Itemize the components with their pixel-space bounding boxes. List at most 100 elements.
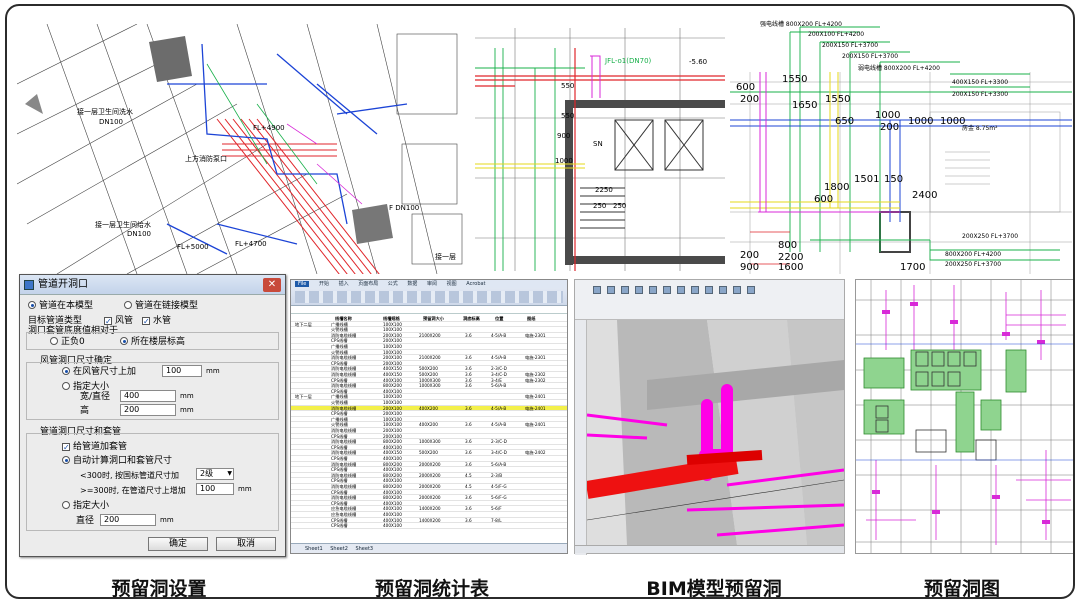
unit-label: mm: [180, 392, 194, 400]
radio-label: 正负0: [61, 337, 85, 347]
radio-icon: [62, 501, 70, 509]
tool-icon[interactable]: [593, 286, 601, 294]
radio-floor[interactable]: 所在楼层标高: [120, 337, 185, 348]
table-row[interactable]: CPS线槽 400X100: [291, 523, 567, 529]
tool-icon[interactable]: [607, 286, 615, 294]
radio-icon: [62, 367, 70, 375]
tool-icon[interactable]: [733, 286, 741, 294]
radio-zero[interactable]: 正负0: [50, 337, 85, 348]
height-input[interactable]: 200: [120, 404, 176, 416]
radio-icon: [120, 337, 128, 345]
ribbon-tab[interactable]: File: [295, 281, 310, 287]
diameter-input[interactable]: 200: [100, 514, 156, 526]
cad-left-label: DN100: [99, 118, 123, 126]
cad-plan-middle: JFL-o1(DN70) -5.60 550 550 900 1000 SN 2…: [475, 28, 725, 271]
tool-icon[interactable]: [649, 286, 657, 294]
radio-specify-pipe[interactable]: 指定大小: [62, 501, 109, 512]
grade-select[interactable]: 2级: [196, 468, 234, 480]
cad-left-label: 上方消防泵口: [185, 154, 227, 163]
unit-label: mm: [160, 516, 174, 524]
tool-icon[interactable]: [747, 286, 755, 294]
app-icon: [24, 280, 34, 290]
cad-dim: 200: [740, 94, 759, 105]
cad-left-label: FL+4700: [235, 240, 267, 248]
bim-3d-view[interactable]: [587, 320, 844, 545]
ribbon-tab[interactable]: 插入: [339, 281, 349, 287]
ribbon-toolbar: [295, 291, 563, 303]
radio-label: 管道在链接模型: [135, 301, 199, 311]
cad-mid-label: 550: [561, 112, 574, 120]
hole-drawing: [855, 279, 1073, 554]
checkbox-label: 水管: [153, 316, 172, 326]
checkbox-pipe[interactable]: ✓ 水管: [142, 316, 171, 327]
rule-large-pipe: >=300时, 在管道尺寸上增加: [80, 486, 186, 495]
sheet-tab[interactable]: Sheet2: [330, 546, 348, 552]
diameter-label: 直径: [76, 516, 95, 526]
tool-icon[interactable]: [635, 286, 643, 294]
bim-toolbar: [575, 280, 844, 320]
radio-icon: [62, 456, 70, 464]
spreadsheet-window: File 开始 插入 页面布局 公式 数据 审阅 视图 Acrobat 线槽名称…: [290, 279, 568, 554]
caption-bim-model: BIM模型预留洞: [646, 578, 782, 599]
cad-right-label: 弱电线槽 800X200 FL+4200: [858, 64, 940, 72]
cad-dim: 1800: [824, 182, 849, 193]
table-cell: 400X100: [383, 523, 402, 529]
tool-icon[interactable]: [663, 286, 671, 294]
sheet-tab[interactable]: Sheet1: [305, 546, 323, 552]
increase-input[interactable]: 100: [196, 483, 234, 495]
formula-bar[interactable]: [291, 306, 567, 314]
cad-dim: 200: [880, 122, 899, 133]
cad-dim: 200: [740, 250, 759, 261]
ribbon-tab[interactable]: 数据: [407, 281, 417, 287]
unit-label: mm: [180, 406, 194, 414]
cad-dim: 1550: [825, 94, 850, 105]
ribbon-tab[interactable]: 页面布局: [358, 281, 378, 287]
tool-icon[interactable]: [719, 286, 727, 294]
cad-dim: 900: [740, 262, 759, 273]
cad-dim: 1550: [782, 74, 807, 85]
cad-mid-label: 2250: [595, 186, 613, 194]
radio-label: 指定大小: [73, 382, 110, 392]
ribbon-tab[interactable]: Acrobat: [466, 281, 485, 287]
cad-mid-label: -5.60: [689, 58, 707, 66]
ok-button[interactable]: 确定: [148, 537, 208, 551]
cancel-button[interactable]: 取消: [216, 537, 276, 551]
radio-icon: [124, 301, 132, 309]
cad-mid-label: SN: [593, 140, 603, 148]
cad-dim: 1600: [778, 262, 803, 273]
tool-icon[interactable]: [705, 286, 713, 294]
ribbon-tab[interactable]: 公式: [388, 281, 398, 287]
ribbon-tab[interactable]: 审阅: [427, 281, 437, 287]
checkbox-sleeve[interactable]: ✓ 给管道加套管: [62, 442, 127, 453]
ribbon-tab[interactable]: 开始: [319, 281, 329, 287]
cad-left-label: FL+5000: [177, 243, 209, 251]
close-button[interactable]: ✕: [263, 278, 281, 292]
ribbon-tab[interactable]: 视图: [447, 281, 457, 287]
cad-mid-label: 1000: [555, 157, 573, 165]
unit-label: mm: [206, 367, 220, 375]
cad-dim: 650: [835, 116, 854, 127]
dialog-title: 管道开洞口: [38, 279, 88, 290]
tool-icon[interactable]: [691, 286, 699, 294]
dialog-titlebar[interactable]: 管道开洞口 ✕: [20, 275, 285, 295]
sheet-tab[interactable]: Sheet3: [355, 546, 373, 552]
radio-add-size[interactable]: 在风管尺寸上加: [62, 367, 136, 378]
cad-mid-label: 900: [557, 132, 570, 140]
radio-link-model[interactable]: 管道在链接模型: [124, 301, 198, 312]
cad-room-label: 房金 8.75m²: [962, 124, 998, 132]
ribbon: File 开始 插入 页面布局 公式 数据 审阅 视图 Acrobat: [291, 280, 567, 306]
tool-icon[interactable]: [621, 286, 629, 294]
cad-mid-label: 550: [561, 82, 574, 90]
cad-dim: 1000: [908, 116, 933, 127]
width-input[interactable]: 400: [120, 390, 176, 402]
radio-label: 指定大小: [73, 501, 110, 511]
radio-auto-calc[interactable]: 自动计算洞口和套管尺寸: [62, 456, 172, 467]
tool-icon[interactable]: [677, 286, 685, 294]
ribbon-tabs: File 开始 插入 页面布局 公式 数据 审阅 视图 Acrobat: [291, 280, 567, 288]
radio-this-model[interactable]: 管道在本模型: [28, 301, 93, 312]
cad-right-label: 200X250 FL+3700: [945, 261, 1001, 268]
checkbox-label: 风管: [115, 316, 134, 326]
add-size-input[interactable]: 100: [162, 365, 202, 377]
caption-statistics: 预留洞统计表: [374, 578, 489, 599]
unit-label: mm: [238, 485, 252, 493]
